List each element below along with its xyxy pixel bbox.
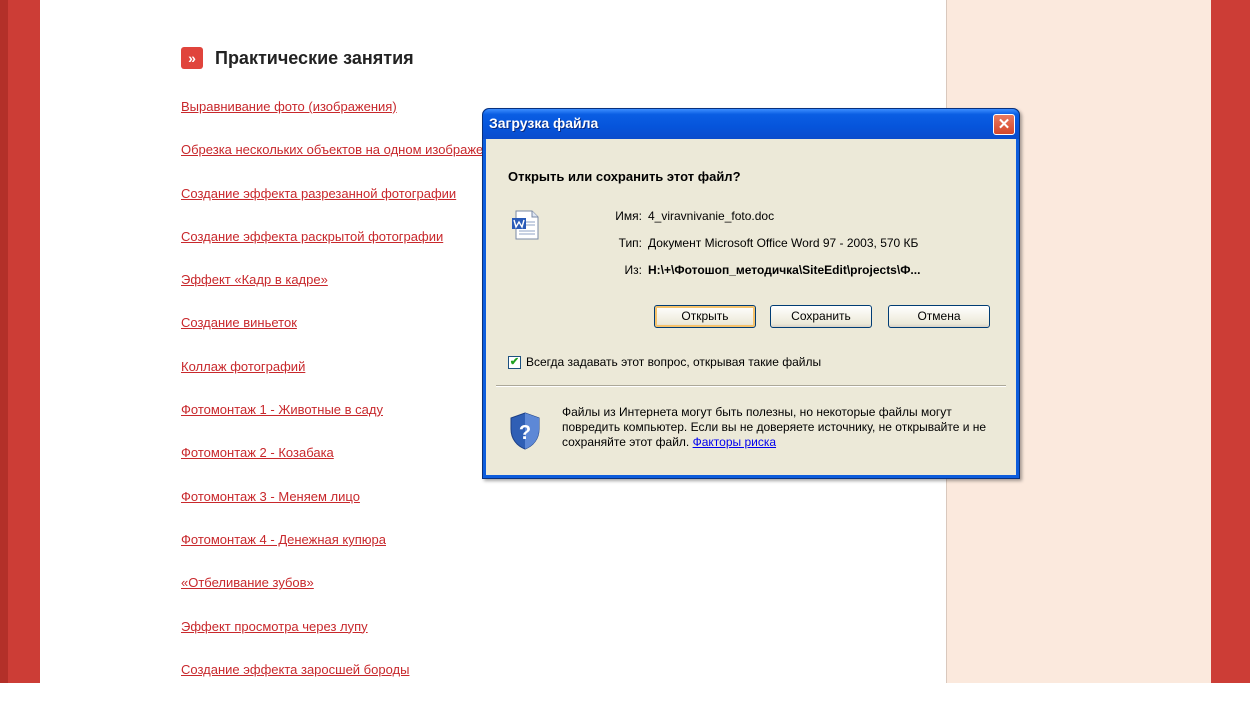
- lesson-link[interactable]: Создание эффекта раскрытой фотографии: [181, 229, 443, 244]
- list-item: Обрезка нескольких объектов на одном изо…: [181, 141, 505, 184]
- always-ask-checkbox[interactable]: ✔: [508, 356, 521, 369]
- list-item: Эффект просмотра через лупу: [181, 618, 505, 661]
- lesson-link[interactable]: Фотомонтаж 1 - Животные в саду: [181, 402, 383, 417]
- lesson-link[interactable]: Фотомонтаж 4 - Денежная купюра: [181, 532, 386, 547]
- dialog-divider: [496, 385, 1006, 387]
- save-button[interactable]: Сохранить: [770, 305, 872, 328]
- section-heading: » Практические занятия: [181, 47, 414, 69]
- list-item: Создание эффекта раскрытой фотографии: [181, 228, 505, 271]
- list-item: Создание виньеток: [181, 314, 505, 357]
- left-edge-strip: [0, 0, 8, 683]
- double-chevron-right-icon: »: [181, 47, 203, 69]
- dialog-title: Загрузка файла: [489, 115, 599, 131]
- section-title: Практические занятия: [215, 47, 414, 68]
- type-label: Тип:: [618, 236, 642, 250]
- svg-text:?: ?: [519, 422, 531, 444]
- lesson-link[interactable]: «Отбеливание зубов»: [181, 575, 314, 590]
- file-download-dialog: Загрузка файла ✕ Открыть или сохранить э…: [482, 108, 1020, 479]
- list-item: Фотомонтаж 3 - Меняем лицо: [181, 488, 505, 531]
- lesson-link[interactable]: Эффект просмотра через лупу: [181, 619, 368, 634]
- type-value: Документ Microsoft Office Word 97 - 2003…: [648, 236, 919, 250]
- lesson-link[interactable]: Фотомонтаж 3 - Меняем лицо: [181, 489, 360, 504]
- always-ask-label[interactable]: Всегда задавать этот вопрос, открывая та…: [526, 355, 821, 369]
- file-type-row: Тип: Документ Microsoft Office Word 97 - …: [594, 236, 919, 250]
- security-shield-icon: ?: [510, 412, 540, 450]
- right-decorative-band: [1211, 0, 1250, 683]
- lesson-link[interactable]: Создание эффекта заросшей бороды: [181, 662, 409, 677]
- open-button[interactable]: Открыть: [654, 305, 756, 328]
- lesson-link[interactable]: Коллаж фотографий: [181, 359, 305, 374]
- from-value: H:\+\Фотошоп_методичка\SiteEdit\projects…: [648, 263, 921, 277]
- lesson-link[interactable]: Фотомонтаж 2 - Козабака: [181, 445, 334, 460]
- list-item: Фотомонтаж 4 - Денежная купюра: [181, 531, 505, 574]
- list-item: Коллаж фотографий: [181, 358, 505, 401]
- list-item: Эффект «Кадр в кадре»: [181, 271, 505, 314]
- cancel-button[interactable]: Отмена: [888, 305, 990, 328]
- from-label: Из:: [624, 263, 642, 277]
- word-document-icon: [512, 210, 539, 240]
- file-name-row: Имя: 4_viravnivanie_foto.doc: [594, 209, 774, 223]
- lesson-links-list: Выравнивание фото (изображения) Обрезка …: [181, 98, 505, 704]
- lesson-link[interactable]: Выравнивание фото (изображения): [181, 99, 397, 114]
- security-warning: Файлы из Интернета могут быть полезны, н…: [562, 405, 1002, 450]
- list-item: Фотомонтаж 1 - Животные в саду: [181, 401, 505, 444]
- lesson-link[interactable]: Обрезка нескольких объектов на одном изо…: [181, 142, 505, 157]
- dialog-question: Открыть или сохранить этот файл?: [508, 169, 741, 184]
- name-label: Имя:: [615, 209, 642, 223]
- list-item: Выравнивание фото (изображения): [181, 98, 505, 141]
- name-value: 4_viravnivanie_foto.doc: [648, 209, 775, 223]
- list-item: Создание эффекта заросшей бороды: [181, 661, 505, 704]
- lesson-link[interactable]: Создание эффекта разрезанной фотографии: [181, 186, 456, 201]
- lesson-link[interactable]: Эффект «Кадр в кадре»: [181, 272, 328, 287]
- file-source-row: Из: H:\+\Фотошоп_методичка\SiteEdit\proje…: [594, 263, 921, 277]
- risk-factors-link[interactable]: Факторы риска: [693, 435, 776, 449]
- list-item: «Отбеливание зубов»: [181, 574, 505, 617]
- list-item: Создание эффекта разрезанной фотографии: [181, 185, 505, 228]
- close-button[interactable]: ✕: [993, 114, 1015, 135]
- dialog-body: Открыть или сохранить этот файл? Имя: 4_v…: [486, 139, 1016, 475]
- dialog-titlebar[interactable]: Загрузка файла ✕: [483, 109, 1019, 139]
- list-item: Фотомонтаж 2 - Козабака: [181, 444, 505, 487]
- lesson-link[interactable]: Создание виньеток: [181, 315, 297, 330]
